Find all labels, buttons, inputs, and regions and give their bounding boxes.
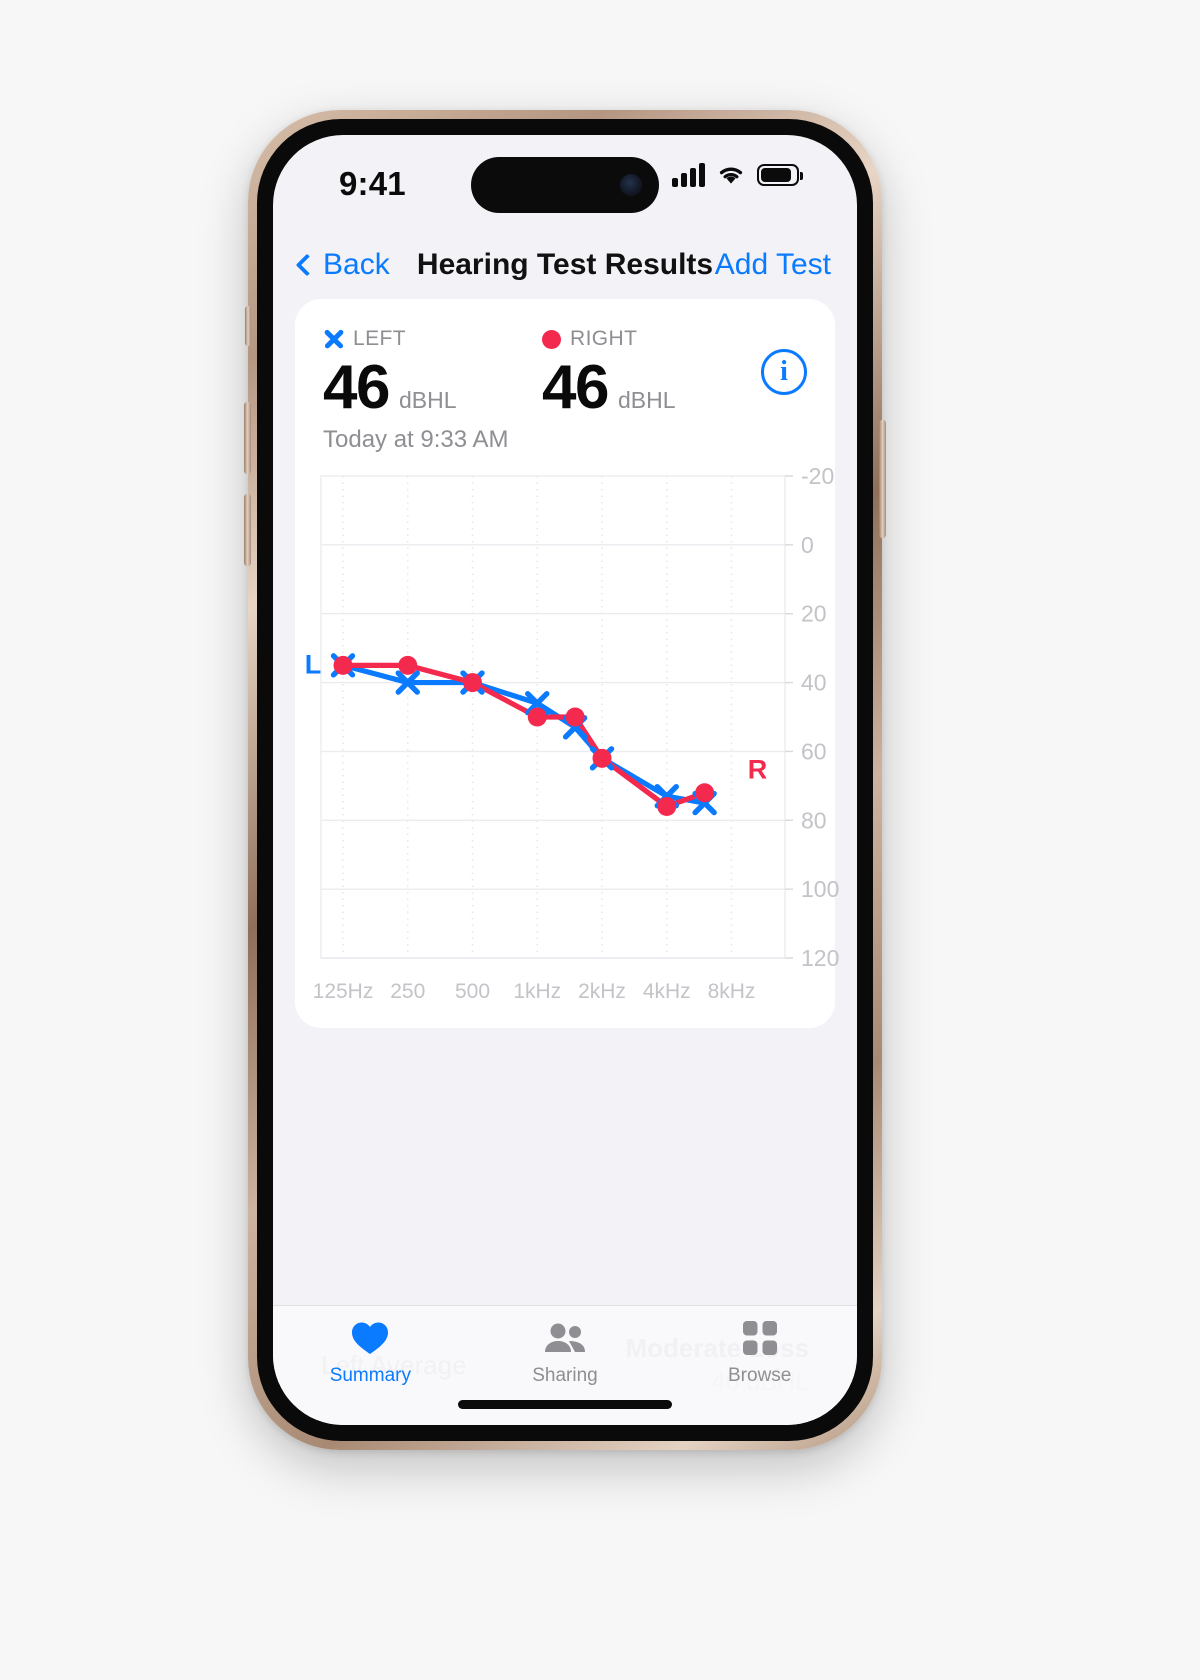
tab-sharing[interactable]: Sharing	[468, 1320, 663, 1387]
status-bar: 9:41	[273, 135, 857, 227]
svg-text:R: R	[748, 755, 768, 785]
svg-text:40: 40	[801, 670, 827, 696]
signal-bars-icon	[672, 163, 705, 187]
svg-text:60: 60	[801, 739, 827, 765]
wifi-icon	[719, 167, 743, 184]
chevron-left-icon	[295, 253, 319, 277]
tab-summary[interactable]: Summary	[273, 1320, 468, 1387]
dot-marker-icon	[542, 329, 561, 349]
x-marker-icon	[323, 329, 344, 350]
svg-text:250: 250	[390, 980, 425, 1003]
right-ear-summary: RIGHT 46 dBHL	[542, 325, 761, 420]
navigation-bar: Back Hearing Test Results Add Test	[273, 231, 857, 299]
svg-text:120: 120	[801, 945, 839, 971]
left-ear-unit: dBHL	[398, 387, 457, 413]
power-button[interactable]	[879, 420, 886, 538]
left-ear-label: LEFT	[353, 327, 406, 350]
svg-text:0: 0	[801, 532, 814, 558]
tab-summary-label: Summary	[329, 1365, 411, 1386]
svg-text:100: 100	[801, 876, 839, 902]
status-bar-clock: 9:41	[339, 165, 406, 202]
volume-down-button[interactable]	[244, 494, 251, 566]
svg-text:2kHz: 2kHz	[578, 980, 626, 1003]
hearing-test-card: LEFT 46 dBHL RIGHT 46 dBHL i Today at 9:…	[295, 299, 840, 1029]
svg-text:20: 20	[801, 601, 827, 627]
grid-icon	[742, 1320, 777, 1356]
svg-text:1kHz: 1kHz	[513, 980, 561, 1003]
home-indicator[interactable]	[458, 1400, 672, 1409]
phone-bezel: 9:41 Back Hearing Test Results Add Test …	[257, 119, 873, 1441]
right-ear-value: 46	[542, 353, 609, 422]
front-camera-icon	[620, 174, 642, 196]
volume-up-button[interactable]	[244, 402, 251, 474]
audiogram-svg: -20 0 20 40 60 80 100 120 125Hz 250 500 1kHz 2kHz 4kH…	[305, 468, 840, 1003]
summary-values-row: LEFT 46 dBHL RIGHT 46 dBHL i	[295, 325, 835, 420]
silent-switch[interactable]	[245, 306, 251, 346]
tab-browse[interactable]: Browse	[662, 1320, 857, 1387]
info-circle-icon[interactable]: i	[761, 349, 807, 395]
svg-text:L: L	[305, 649, 322, 679]
svg-text:500: 500	[455, 980, 490, 1003]
back-button[interactable]: Back	[295, 248, 390, 282]
people-icon	[543, 1320, 587, 1356]
test-timestamp: Today at 9:33 AM	[323, 426, 509, 454]
left-ear-value: 46	[323, 353, 390, 422]
svg-text:8kHz: 8kHz	[708, 980, 756, 1003]
iphone-device-frame: 9:41 Back Hearing Test Results Add Test …	[244, 110, 886, 1450]
right-ear-unit: dBHL	[617, 387, 676, 413]
audiogram-chart: -20 0 20 40 60 80 100 120 125Hz 250 500 1kHz 2kHz 4kH…	[295, 468, 840, 1028]
scroll-content[interactable]: LEFT 46 dBHL RIGHT 46 dBHL i Today at 9:…	[273, 299, 857, 1425]
add-test-button[interactable]: Add Test	[715, 248, 831, 282]
heart-icon	[351, 1320, 389, 1356]
right-ear-label: RIGHT	[570, 327, 638, 350]
svg-text:125Hz: 125Hz	[313, 980, 374, 1003]
svg-text:-20: -20	[801, 468, 834, 489]
tab-browse-label: Browse	[728, 1365, 792, 1386]
phone-screen: 9:41 Back Hearing Test Results Add Test …	[273, 135, 857, 1425]
left-ear-summary: LEFT 46 dBHL	[323, 325, 542, 420]
status-bar-indicators	[672, 163, 803, 187]
battery-icon	[757, 164, 803, 186]
tab-sharing-label: Sharing	[532, 1365, 598, 1386]
svg-text:4kHz: 4kHz	[643, 980, 691, 1003]
back-button-label: Back	[323, 248, 390, 281]
svg-text:80: 80	[801, 807, 827, 833]
screenshot-stage: 9:41 Back Hearing Test Results Add Test …	[0, 0, 1200, 1680]
dynamic-island	[471, 157, 659, 213]
page-title: Hearing Test Results	[416, 248, 714, 281]
